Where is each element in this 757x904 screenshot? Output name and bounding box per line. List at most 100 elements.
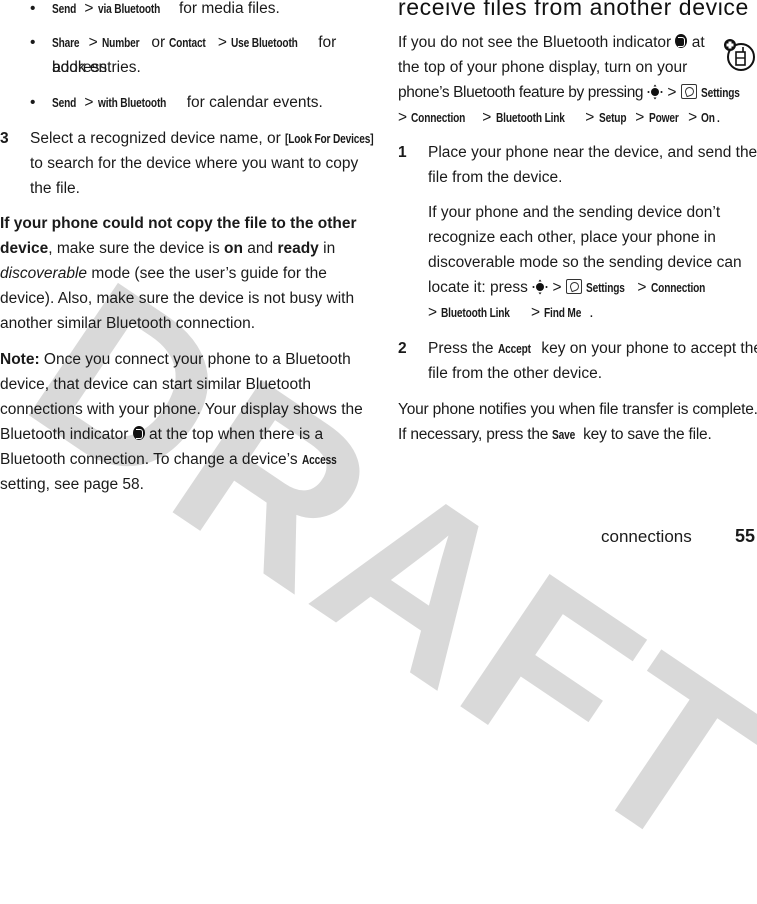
key-with-bluetooth: with Bluetooth — [97, 95, 167, 110]
text: If your phone and the sending device don… — [428, 204, 721, 221]
key-setup: Setup — [598, 110, 627, 125]
key-settings: Settings — [586, 280, 625, 295]
section-heading: receive files from another device — [398, 0, 749, 20]
text: file from the other device. — [428, 365, 603, 382]
key-power: Power — [648, 110, 679, 125]
text: phone’s Bluetooth feature by pressing — [398, 84, 648, 101]
text: at the top when there is a — [144, 426, 324, 443]
separator: > — [581, 109, 599, 126]
key-connection: Connection — [650, 280, 705, 295]
text: , make sure the device is — [48, 240, 225, 257]
text: discoverable mode so the sending device … — [428, 254, 742, 271]
key-number: Number — [101, 35, 140, 50]
intro-paragraph: If you do not see the Bluetooth indicato… — [398, 30, 757, 130]
key-share: Share — [52, 35, 80, 50]
key-find-me: Find Me — [544, 305, 582, 320]
key-bluetooth-link: Bluetooth Link — [495, 110, 565, 125]
text: If you do not see the Bluetooth indicato… — [398, 34, 676, 51]
step-text: Select a recognized device name, or — [30, 130, 286, 147]
text: file from the device. — [428, 169, 563, 186]
period: . — [589, 304, 594, 321]
key-contact: Contact — [169, 35, 207, 50]
step-number: 2 — [398, 340, 407, 357]
key-save: Save — [552, 427, 576, 442]
troubleshoot-paragraph: If your phone could not copy the file to… — [0, 211, 370, 336]
text: another similar Bluetooth connection. — [0, 315, 256, 332]
bullet-address-book-line2: book entries. — [52, 59, 141, 76]
separator: > — [526, 304, 545, 321]
text: Bluetooth connection. To change a device… — [0, 451, 302, 468]
bluetooth-icon — [675, 34, 688, 48]
bullet-dot: • — [30, 94, 36, 111]
nav-key-icon — [647, 84, 663, 100]
text: Once you connect your phone to a Bluetoo… — [39, 351, 351, 368]
separator: > — [630, 109, 649, 126]
bullet-text: for calendar events. — [182, 94, 323, 111]
bullet-dot: • — [30, 0, 36, 17]
text: If necessary, press the — [398, 426, 553, 443]
key-send: Send — [52, 95, 77, 110]
settings-icon — [565, 279, 582, 294]
step-number: 1 — [398, 144, 407, 161]
text: recognize each other, place your phone i… — [428, 229, 716, 246]
text: Press the — [428, 340, 498, 357]
key-settings: Settings — [701, 85, 740, 100]
key-accept: Accept — [497, 341, 531, 356]
key-use-bluetooth: Use Bluetooth — [231, 35, 298, 50]
separator: > — [478, 109, 496, 126]
bullet-calendar: • Send > with Bluetooth for calendar eve… — [30, 90, 323, 115]
separator: > — [548, 279, 566, 296]
text: the top of your phone display, turn on y… — [398, 59, 688, 76]
text: Bluetooth indicator — [0, 426, 133, 443]
bluetooth-icon — [132, 426, 145, 440]
footer-section-label: connections — [601, 527, 692, 546]
key-send: Send — [52, 1, 77, 16]
emphasis-ready: ready — [277, 240, 319, 257]
separator: > — [84, 34, 102, 51]
period: . — [716, 109, 721, 126]
key-via-bluetooth: via Bluetooth — [97, 1, 161, 16]
text: and — [242, 240, 278, 257]
emphasis-discoverable: discoverable — [0, 265, 88, 282]
text: Your phone notifies you when file transf… — [398, 401, 757, 418]
separator: > — [213, 34, 232, 51]
separator: > — [683, 109, 702, 126]
text: device). Also, make sure the device is n… — [0, 290, 355, 307]
nav-key-icon — [532, 279, 548, 295]
settings-icon — [680, 84, 697, 99]
text: Place your phone near the device, and se… — [428, 144, 757, 161]
key-access: Access — [301, 452, 337, 467]
step-text: to search for the device where you want … — [30, 155, 359, 172]
page-number: 55 — [735, 526, 756, 546]
text: setting, see page 58. — [0, 476, 144, 493]
separator: > — [398, 109, 412, 126]
separator: > — [80, 0, 98, 17]
key-look-for-devices: [Look For Devices] — [285, 131, 374, 146]
separator: > — [663, 84, 681, 101]
troubleshoot-heading: If your phone could not copy the file to… — [0, 215, 357, 232]
text: key on your phone to accept the — [537, 340, 757, 357]
text: in — [318, 240, 336, 257]
text: mode (see the user’s guide for the — [87, 265, 327, 282]
step-text: the file. — [30, 180, 80, 197]
text-or: or — [147, 34, 170, 51]
key-bluetooth-link: Bluetooth Link — [441, 305, 511, 320]
key-connection: Connection — [411, 110, 466, 125]
bullet-dot: • — [30, 34, 36, 51]
bullet-media-files: • Send > via Bluetooth for media files. — [30, 0, 280, 21]
text: at — [687, 34, 705, 51]
note-label: Note: — [0, 351, 40, 368]
emphasis-on: on — [224, 240, 243, 257]
text: locate it: press — [428, 279, 533, 296]
text: connections with your phone. Your displa… — [0, 401, 363, 418]
step-number: 3 — [0, 130, 9, 147]
text: device, that device can start similar Bl… — [0, 376, 312, 393]
bullet-text: for media files. — [174, 0, 280, 17]
note-paragraph: Note: Once you connect your phone to a B… — [0, 347, 370, 497]
separator: > — [428, 304, 442, 321]
text: key to save the file. — [579, 426, 712, 443]
separator: > — [633, 279, 651, 296]
key-on: On — [701, 110, 716, 125]
troubleshoot-heading: device — [0, 240, 49, 257]
outro-paragraph: Your phone notifies you when file transf… — [398, 397, 757, 447]
